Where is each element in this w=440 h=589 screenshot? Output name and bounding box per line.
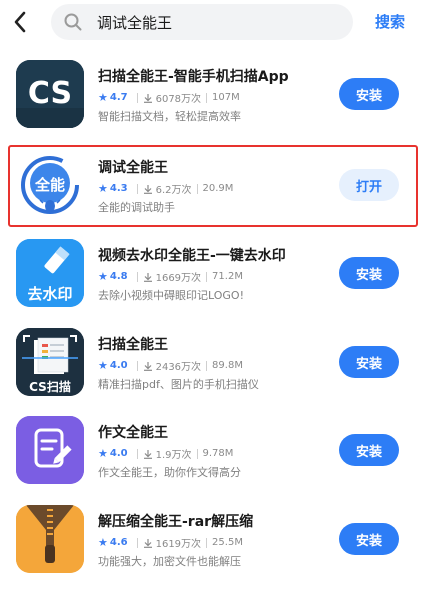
svg-text:CS扫描: CS扫描 bbox=[29, 379, 71, 394]
app-size: 107M bbox=[212, 92, 240, 103]
divider bbox=[136, 360, 138, 371]
divider bbox=[196, 448, 198, 459]
app-rating: 4.7 bbox=[109, 92, 128, 103]
divider bbox=[136, 448, 138, 459]
install-button[interactable]: 安装 bbox=[339, 257, 399, 289]
app-title[interactable]: 视频去水印全能王-一键去水印 bbox=[98, 245, 286, 265]
open-button[interactable]: 打开 bbox=[339, 169, 399, 201]
search-icon bbox=[63, 12, 83, 32]
search-input[interactable] bbox=[95, 12, 319, 32]
app-description: 全能的调试助手 bbox=[98, 201, 175, 214]
app-downloads: 6.2万次 bbox=[155, 185, 192, 196]
app-meta: ★ 4.7 6078万次 107M bbox=[98, 90, 240, 105]
download-icon bbox=[143, 272, 153, 282]
star-icon: ★ bbox=[98, 536, 108, 549]
app-meta: ★ 4.0 1.9万次 9.78M bbox=[98, 446, 233, 461]
zip-archive-icon bbox=[16, 505, 84, 573]
app-title[interactable]: 调试全能王 bbox=[98, 157, 168, 177]
app-size: 20.9M bbox=[202, 183, 234, 194]
app-title[interactable]: 扫描全能王 bbox=[98, 334, 168, 354]
app-size: 9.78M bbox=[202, 448, 234, 459]
svg-text:全能: 全能 bbox=[34, 176, 65, 194]
app-downloads: 6078万次 bbox=[155, 94, 202, 105]
app-meta: ★ 4.3 6.2万次 20.9M bbox=[98, 181, 233, 196]
watermark-remover-icon: 去水印 bbox=[16, 239, 84, 307]
app-meta: ★ 4.6 1619万次 25.5M bbox=[98, 535, 243, 550]
star-icon: ★ bbox=[98, 359, 108, 372]
svg-text:CS: CS bbox=[28, 76, 72, 111]
download-icon bbox=[143, 361, 153, 371]
app-description: 作文全能王，助你作文得高分 bbox=[98, 466, 241, 479]
app-title[interactable]: 扫描全能王-智能手机扫描App bbox=[98, 66, 289, 86]
cs-scanner-icon: CS bbox=[16, 60, 84, 128]
install-button[interactable]: 安装 bbox=[339, 434, 399, 466]
download-icon bbox=[143, 538, 153, 548]
app-list-item[interactable]: 作文全能王 ★ 4.0 1.9万次 9.78M 作文全能王，助你作文得高分 安装 bbox=[0, 414, 440, 500]
download-icon bbox=[143, 184, 153, 194]
divider bbox=[206, 537, 208, 548]
download-icon bbox=[143, 449, 153, 459]
star-icon: ★ bbox=[98, 447, 108, 460]
app-rating: 4.0 bbox=[109, 360, 128, 371]
star-icon: ★ bbox=[98, 91, 108, 104]
app-list-item[interactable]: 去水印 视频去水印全能王-一键去水印 ★ 4.8 1669万次 71.2M 去除… bbox=[0, 237, 440, 323]
divider bbox=[136, 92, 138, 103]
divider bbox=[206, 92, 208, 103]
back-button[interactable] bbox=[10, 9, 30, 35]
app-meta: ★ 4.8 1669万次 71.2M bbox=[98, 269, 243, 284]
app-size: 25.5M bbox=[212, 537, 243, 548]
app-list-item[interactable]: CS扫描 扫描全能王 ★ 4.0 2436万次 89.8M 精准扫描pdf、图片… bbox=[0, 326, 440, 412]
app-downloads: 1619万次 bbox=[155, 539, 202, 550]
top-bar: 搜索 bbox=[0, 0, 440, 46]
app-list-item[interactable]: 解压缩全能王-rar解压缩 ★ 4.6 1619万次 25.5M 功能强大，加密… bbox=[0, 503, 440, 589]
divider bbox=[136, 271, 138, 282]
app-rating: 4.3 bbox=[109, 183, 128, 194]
app-title[interactable]: 解压缩全能王-rar解压缩 bbox=[98, 511, 253, 531]
app-description: 去除小视频中碍眼印记LOGO! bbox=[98, 289, 244, 302]
divider bbox=[206, 360, 208, 371]
app-list-item[interactable]: CS 扫描全能王-智能手机扫描App ★ 4.7 6078万次 107M 智能扫… bbox=[0, 58, 440, 144]
app-meta: ★ 4.0 2436万次 89.8M bbox=[98, 358, 243, 373]
search-button[interactable]: 搜索 bbox=[375, 11, 405, 32]
install-button[interactable]: 安装 bbox=[339, 78, 399, 110]
search-box[interactable] bbox=[51, 4, 353, 40]
app-rating: 4.8 bbox=[109, 271, 128, 282]
debug-bug-icon: 全能 bbox=[16, 151, 84, 219]
star-icon: ★ bbox=[98, 270, 108, 283]
divider bbox=[136, 537, 138, 548]
divider bbox=[136, 183, 138, 194]
divider bbox=[206, 271, 208, 282]
star-icon: ★ bbox=[98, 182, 108, 195]
app-title[interactable]: 作文全能王 bbox=[98, 422, 168, 442]
document-scan-icon: CS扫描 bbox=[16, 328, 84, 396]
essay-edit-icon bbox=[16, 416, 84, 484]
app-list-item[interactable]: 全能 调试全能王 ★ 4.3 6.2万次 20.9M 全能的调试助手 打开 bbox=[0, 149, 440, 235]
install-button[interactable]: 安装 bbox=[339, 346, 399, 378]
app-rating: 4.6 bbox=[109, 537, 128, 548]
chevron-left-icon bbox=[14, 11, 26, 33]
divider bbox=[196, 183, 198, 194]
app-downloads: 2436万次 bbox=[155, 362, 202, 373]
app-rating: 4.0 bbox=[109, 448, 128, 459]
app-downloads: 1669万次 bbox=[155, 273, 202, 284]
app-size: 71.2M bbox=[212, 271, 243, 282]
app-description: 智能扫描文档，轻松提高效率 bbox=[98, 110, 241, 123]
app-downloads: 1.9万次 bbox=[155, 450, 192, 461]
svg-text:去水印: 去水印 bbox=[27, 285, 72, 303]
install-button[interactable]: 安装 bbox=[339, 523, 399, 555]
app-description: 精准扫描pdf、图片的手机扫描仪 bbox=[98, 378, 259, 391]
app-description: 功能强大，加密文件也能解压 bbox=[98, 555, 241, 568]
app-size: 89.8M bbox=[212, 360, 243, 371]
download-icon bbox=[143, 93, 153, 103]
